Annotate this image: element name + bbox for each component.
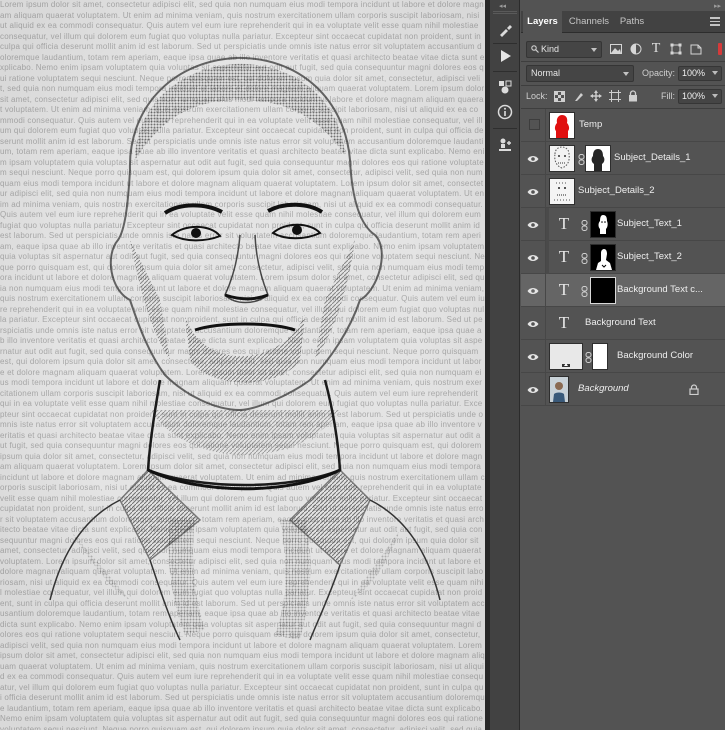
layer-name: Temp [579,119,603,130]
layer-row-subject-text-1[interactable]: T Subject_Text_1 [521,208,725,241]
layer-row-background[interactable]: Background [521,373,725,406]
layer-row-subject-details-2[interactable]: Subject_Details_2 [521,175,725,208]
layer-mask-thumbnail[interactable] [592,343,608,370]
layer-thumbnail [549,178,575,205]
filter-kind-dropdown[interactable]: Kind [526,41,602,58]
link-icon[interactable] [580,252,588,264]
type-layer-icon: T [558,313,570,332]
layer-name: Subject_Text_1 [617,218,682,229]
filter-adjustment-layers-icon[interactable] [628,41,644,57]
layer-row-background-text-copy[interactable]: T Background Text c... [521,274,725,307]
layer-name: Background [578,383,629,394]
blend-mode-dropdown[interactable]: Normal [526,65,634,82]
fill-value: 100% [682,91,706,101]
fill-field[interactable]: 100% [678,89,722,104]
play-action-icon[interactable] [493,45,517,67]
link-icon[interactable] [580,285,588,297]
type-layer-icon: T [558,247,570,266]
filter-type-layers-icon[interactable]: T [648,41,664,57]
eye-icon[interactable] [526,218,540,231]
lock-icon [689,384,699,396]
tab-layers[interactable]: Layers [523,11,562,34]
layer-mask-thumbnail[interactable] [590,211,616,238]
search-icon [531,42,541,57]
collapse-arrows-icon[interactable]: ▸▸ [714,2,721,10]
lock-position-icon[interactable] [589,89,603,103]
filter-shape-layers-icon[interactable] [668,41,684,57]
collapse-arrows-icon[interactable]: ◂◂ [499,2,506,10]
clone-source-icon[interactable] [493,134,517,156]
filter-smart-objects-icon[interactable] [688,41,704,57]
layer-thumbnail [549,145,575,172]
layer-name: Subject_Details_1 [614,152,691,163]
eye-icon[interactable] [526,185,540,198]
link-icon[interactable] [577,153,585,165]
visibility-toggle-empty[interactable] [529,119,540,130]
layers-panel: ▸▸ Layers Channels Paths Kind T Normal O… [521,0,725,730]
blend-mode-value: Normal [531,68,561,78]
eye-icon[interactable] [526,317,540,330]
history-brush-icon[interactable] [493,19,517,41]
layer-thumbnail [549,376,569,403]
document-canvas[interactable]: Lorem ipsum dolor sit amet, consectetur … [0,0,485,730]
filter-kind-value: Kind [541,44,560,54]
layer-name: Background Text c... [617,284,703,295]
layer-name: Subject_Details_2 [578,185,655,196]
link-icon[interactable] [584,351,592,363]
chevron-down-icon [591,48,597,52]
panel-menu-icon[interactable] [710,17,720,28]
layer-mask-thumbnail[interactable] [585,145,611,172]
fill-layer-thumbnail [549,343,583,370]
lock-transparent-pixels-icon[interactable] [552,89,566,103]
collapsed-panel-strip: ◂◂ [490,0,520,730]
layer-mask-thumbnail[interactable] [590,244,616,271]
layer-row-subject-text-2[interactable]: T Subject_Text_2 [521,241,725,274]
fill-label: Fill: [661,91,675,101]
opacity-value: 100% [682,68,706,78]
link-icon[interactable] [580,219,588,231]
chevron-down-icon [623,72,629,76]
opacity-label: Opacity: [642,68,676,78]
layer-row-background-text[interactable]: T Background Text [521,307,725,340]
tab-channels[interactable]: Channels [564,11,614,33]
chevron-down-icon [712,71,718,75]
filter-toggle-switch[interactable] [718,43,722,55]
layer-name: Subject_Text_2 [617,251,682,262]
layer-row-subject-details-1[interactable]: Subject_Details_1 [521,142,725,175]
strip-grip[interactable] [493,11,517,14]
layer-thumbnail [549,112,575,139]
eye-icon[interactable] [526,383,540,396]
adjustments-icon[interactable] [493,76,517,98]
lock-artboard-icon[interactable] [608,89,622,103]
lock-all-icon[interactable] [626,89,640,103]
lock-label: Lock: [526,91,548,101]
opacity-field[interactable]: 100% [678,66,722,81]
filter-pixel-layers-icon[interactable] [608,41,624,57]
layer-name: Background Color [617,350,694,361]
type-layer-icon: T [558,214,570,233]
chevron-down-icon [712,94,718,98]
layer-row-background-color[interactable]: Background Color [521,340,725,373]
tab-paths[interactable]: Paths [616,11,648,33]
info-icon[interactable] [493,101,517,123]
eye-icon[interactable] [526,152,540,165]
layer-mask-thumbnail[interactable] [590,277,616,304]
eye-icon[interactable] [526,284,540,297]
panel-tabs: Layers Channels Paths [521,11,725,34]
eye-icon[interactable] [526,350,540,363]
eye-icon[interactable] [526,251,540,264]
lock-image-pixels-icon[interactable] [571,89,585,103]
type-layer-icon: T [558,280,570,299]
portrait-text-art [0,0,485,730]
layer-name: Background Text [585,317,656,328]
layer-row-temp[interactable]: Temp [521,109,725,142]
